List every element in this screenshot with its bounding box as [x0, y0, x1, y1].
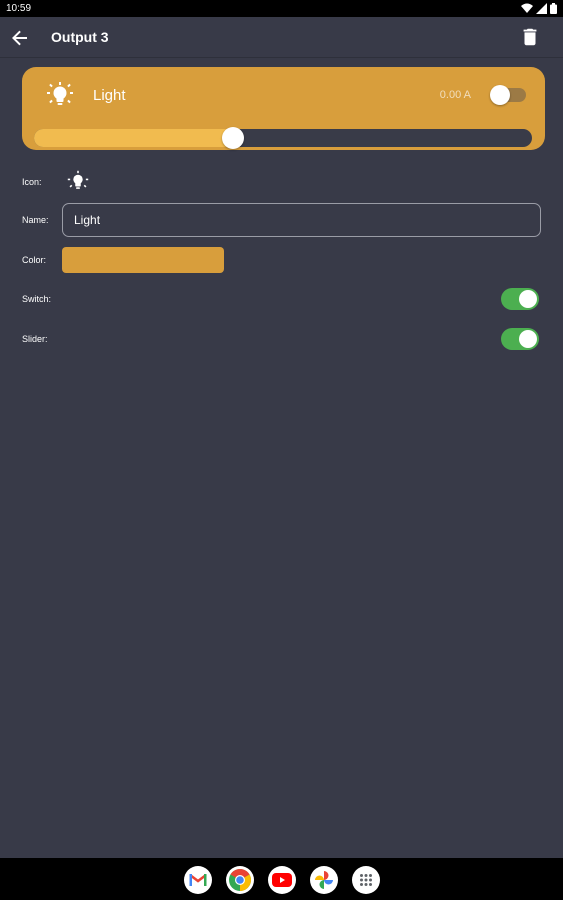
- output-current: 0.00 A: [439, 89, 471, 101]
- name-label: Name:: [22, 215, 49, 225]
- brightness-slider[interactable]: [34, 127, 532, 149]
- arrow-left-icon: [12, 30, 27, 46]
- color-label: Color:: [22, 255, 47, 265]
- wifi-icon: [521, 3, 533, 13]
- color-picker[interactable]: [62, 247, 224, 273]
- slider-handle[interactable]: [222, 127, 245, 149]
- slider-fill: [34, 129, 234, 147]
- app-dock: [0, 858, 563, 900]
- output-card[interactable]: Light 0.00 A: [22, 67, 545, 150]
- status-time: 10:59: [6, 3, 32, 14]
- app-drawer[interactable]: [352, 866, 380, 894]
- youtube-app[interactable]: [268, 866, 296, 894]
- status-icons: [521, 3, 557, 14]
- light-bulb-icon: [46, 81, 74, 109]
- app-drawer-icon: [360, 874, 372, 886]
- icon-label: Icon:: [22, 177, 42, 187]
- trash-icon: [523, 28, 537, 46]
- output-name: Light: [93, 87, 126, 104]
- toggle-thumb: [519, 290, 537, 308]
- battery-icon: [550, 3, 557, 14]
- switch-label: Switch:: [22, 294, 52, 304]
- status-bar: 10:59: [0, 0, 563, 17]
- chrome-icon: [229, 869, 251, 891]
- light-bulb-icon: [67, 170, 89, 189]
- signal-icon: [536, 3, 547, 14]
- icon-picker[interactable]: [67, 170, 89, 192]
- name-field[interactable]: [62, 203, 541, 237]
- output-power-toggle[interactable]: [490, 85, 526, 105]
- photos-icon: [315, 871, 333, 889]
- youtube-icon: [272, 873, 292, 887]
- page-title: Output 3: [51, 29, 109, 45]
- toggle-thumb: [490, 85, 510, 105]
- app-bar: Output 3: [0, 17, 563, 58]
- back-button[interactable]: [8, 26, 32, 50]
- delete-button[interactable]: [519, 26, 541, 48]
- switch-toggle[interactable]: [501, 288, 539, 310]
- slider-label: Slider:: [22, 334, 48, 344]
- gmail-icon: [189, 874, 207, 886]
- chrome-app[interactable]: [226, 866, 254, 894]
- gmail-app[interactable]: [184, 866, 212, 894]
- slider-toggle[interactable]: [501, 328, 539, 350]
- toggle-thumb: [519, 330, 537, 348]
- photos-app[interactable]: [310, 866, 338, 894]
